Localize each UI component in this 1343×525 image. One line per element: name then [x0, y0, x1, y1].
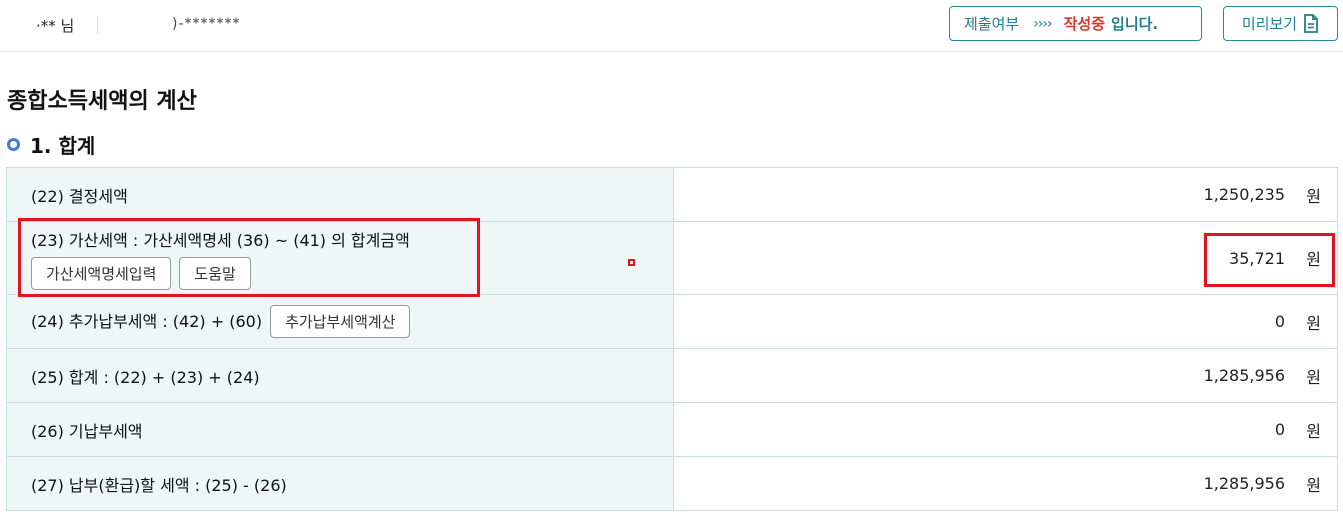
- table-row: (27) 납부(환급)할 세액 : (25) - (26) 1,285,956 …: [6, 456, 1338, 511]
- button-row: 가산세액명세입력 도움말: [31, 256, 673, 290]
- row-label: (26) 기납부세액: [6, 402, 674, 457]
- row-value-cell: 1,285,956 원: [673, 456, 1338, 511]
- submission-status-box: 제출여부 ›››› 작성중 입니다.: [949, 6, 1202, 41]
- preview-label: 미리보기: [1241, 15, 1298, 33]
- row-unit: 원: [1306, 313, 1321, 333]
- status-arrows: ››››: [1033, 15, 1052, 32]
- row-value: 0: [1274, 420, 1285, 439]
- section-title: 1. 합계: [7, 130, 95, 159]
- row-value-cell: 0 원: [673, 294, 1338, 349]
- row-unit: 원: [1306, 186, 1321, 206]
- row-label: (24) 추가납부세액 : (42) + (60): [31, 312, 263, 331]
- row-value-cell: 1,250,235 원: [673, 167, 1338, 222]
- row-label: (23) 가산세액 : 가산세액명세 (36) ~ (41) 의 합계금액: [31, 230, 410, 250]
- status-value: 작성중: [1063, 15, 1106, 33]
- status-suffix: 입니다.: [1111, 15, 1159, 33]
- table-row: (23) 가산세액 : 가산세액명세 (36) ~ (41) 의 합계금액 가산…: [6, 221, 1338, 295]
- row-label: (25) 합계 : (22) + (23) + (24): [6, 348, 674, 403]
- document-icon: [1304, 14, 1318, 33]
- row-label: (27) 납부(환급)할 세액 : (25) - (26): [6, 456, 674, 511]
- table-row: (25) 합계 : (22) + (23) + (24) 1,285,956 원: [6, 348, 1338, 403]
- row-label: (22) 결정세액: [6, 167, 674, 222]
- circle-bullet-icon: [7, 138, 20, 151]
- row-label-cell: (23) 가산세액 : 가산세액명세 (36) ~ (41) 의 합계금액 가산…: [6, 221, 674, 295]
- penalty-tax-detail-input-button[interactable]: 가산세액명세입력: [31, 256, 172, 290]
- row-label-cell: (24) 추가납부세액 : (42) + (60) 추가납부세액계산: [6, 294, 674, 349]
- row-value: 1,285,956: [1203, 474, 1285, 493]
- row-unit: 원: [1306, 475, 1321, 495]
- row-value-cell: 0 원: [673, 402, 1338, 457]
- user-name: ·** 님: [36, 17, 75, 35]
- divider: [97, 16, 98, 34]
- preview-button[interactable]: 미리보기: [1223, 6, 1338, 41]
- row-value-cell: 35,721 원: [673, 221, 1338, 295]
- tax-calculation-table: (22) 결정세액 1,250,235 원 (23) 가산세액 : 가산세액명세…: [6, 167, 1338, 511]
- row-value: 1,250,235: [1203, 185, 1285, 204]
- table-row: (24) 추가납부세액 : (42) + (60) 추가납부세액계산 0 원: [6, 294, 1338, 349]
- row-value: 0: [1274, 312, 1285, 331]
- status-label: 제출여부: [964, 15, 1020, 33]
- user-id: )-*******: [172, 16, 241, 32]
- row-value: 1,285,956: [1203, 366, 1285, 385]
- help-button[interactable]: 도움말: [179, 256, 251, 290]
- row-unit: 원: [1306, 367, 1321, 387]
- row-value-cell: 1,285,956 원: [673, 348, 1338, 403]
- row-unit: 원: [1306, 250, 1321, 269]
- additional-payment-calc-button[interactable]: 추가납부세액계산: [270, 305, 411, 338]
- page-title: 종합소득세액의 계산: [7, 89, 197, 114]
- section-title-text: 1. 합계: [30, 134, 96, 158]
- table-row: (26) 기납부세액 0 원: [6, 402, 1338, 457]
- row-value: 35,721: [1229, 248, 1285, 268]
- top-bar: ·** 님 )-******* 제출여부 ›››› 작성중 입니다. 미리보기: [0, 0, 1343, 52]
- row-unit: 원: [1306, 421, 1321, 441]
- table-row: (22) 결정세액 1,250,235 원: [6, 167, 1338, 222]
